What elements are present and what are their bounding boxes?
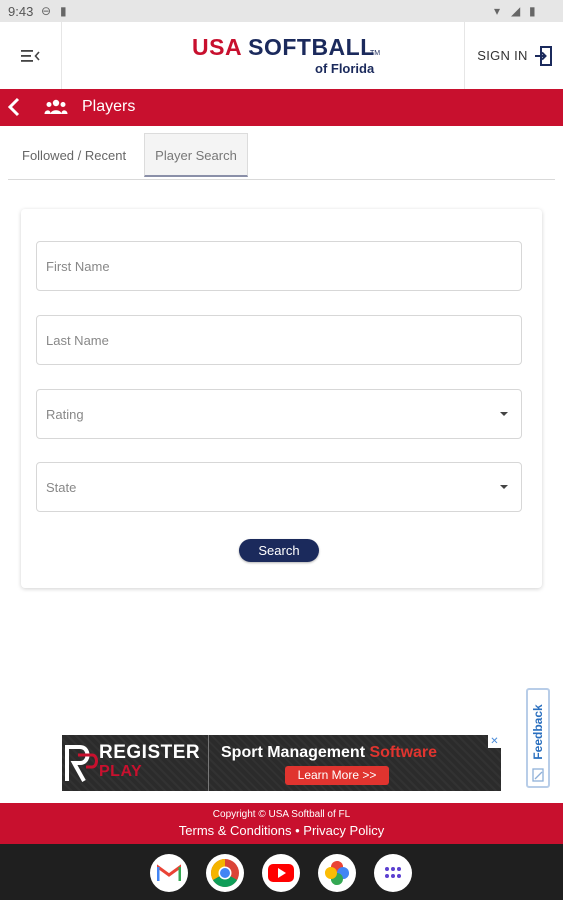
page-title: Players bbox=[82, 98, 136, 115]
last-name-input[interactable] bbox=[37, 316, 521, 364]
gmail-icon bbox=[157, 864, 181, 881]
sign-in-icon bbox=[534, 45, 552, 66]
apps-icon bbox=[385, 867, 401, 878]
sign-in-label: SIGN IN bbox=[477, 48, 528, 63]
dropdown-caret-icon bbox=[500, 412, 508, 416]
rating-select[interactable]: Rating bbox=[36, 389, 522, 439]
chrome-icon bbox=[211, 859, 239, 887]
ad-brand-line2: PLAY bbox=[99, 763, 143, 780]
footer: Copyright © USA Softball of FL Terms & C… bbox=[0, 803, 563, 844]
tab-player-search[interactable]: Player Search bbox=[144, 133, 248, 177]
chrome-app[interactable] bbox=[206, 854, 244, 892]
logo-subtitle: of Florida bbox=[315, 61, 375, 76]
ad-brand-line1: REGISTER bbox=[99, 742, 201, 763]
tab-bar: Followed / Recent Player Search bbox=[8, 133, 555, 180]
youtube-icon bbox=[268, 864, 294, 882]
wifi-icon: ▾ bbox=[494, 4, 501, 18]
sim-card-icon: ▮ bbox=[60, 4, 67, 18]
privacy-link[interactable]: Privacy Policy bbox=[303, 823, 384, 838]
feedback-tab[interactable]: Feedback bbox=[526, 688, 550, 788]
ad-learn-more-button[interactable]: Learn More >> bbox=[285, 766, 389, 785]
app-dock bbox=[0, 844, 563, 900]
back-arrow-icon[interactable] bbox=[6, 97, 22, 117]
status-bar: 9:43 ⊖ ▮ ▾ ◢ ▮ bbox=[0, 0, 563, 22]
terms-link[interactable]: Terms & Conditions bbox=[179, 823, 292, 838]
feedback-label: Feedback bbox=[531, 704, 545, 760]
dropdown-caret-icon bbox=[500, 485, 508, 489]
usa-softball-logo[interactable]: USA SOFTBALL TM of Florida bbox=[186, 34, 386, 78]
battery-icon: ▮ bbox=[529, 4, 536, 18]
players-bar: Players bbox=[0, 89, 563, 126]
footer-separator: • bbox=[295, 823, 300, 838]
state-select[interactable]: State bbox=[36, 462, 522, 512]
menu-collapse-icon bbox=[20, 49, 40, 62]
ad-divider bbox=[208, 735, 209, 791]
copyright-text: Copyright © USA Softball of FL bbox=[212, 809, 351, 820]
player-search-card: Rating State Search bbox=[21, 209, 542, 588]
photos-icon bbox=[325, 861, 349, 885]
ad-close-icon[interactable]: ✕ bbox=[488, 735, 501, 748]
status-time: 9:43 bbox=[8, 4, 34, 19]
feedback-edit-icon bbox=[532, 768, 544, 782]
app-drawer[interactable] bbox=[374, 854, 412, 892]
logo-trademark: TM bbox=[370, 50, 381, 57]
app-header: USA SOFTBALL TM of Florida SIGN IN bbox=[0, 22, 563, 90]
register-play-logo-icon bbox=[65, 745, 98, 782]
rating-select-label: Rating bbox=[46, 406, 84, 422]
search-button[interactable]: Search bbox=[239, 539, 319, 562]
state-select-label: State bbox=[46, 479, 77, 495]
first-name-field[interactable] bbox=[36, 241, 522, 291]
ad-banner[interactable]: REGISTER PLAY Sport Management Software … bbox=[62, 735, 501, 791]
first-name-input[interactable] bbox=[37, 242, 521, 290]
logo-wordmark: USA SOFTBALL bbox=[192, 34, 375, 60]
last-name-field[interactable] bbox=[36, 315, 522, 365]
players-group-icon bbox=[44, 99, 68, 114]
tab-followed-recent[interactable]: Followed / Recent bbox=[22, 133, 126, 178]
gmail-app[interactable] bbox=[150, 854, 188, 892]
photos-app[interactable] bbox=[318, 854, 356, 892]
menu-button[interactable] bbox=[0, 22, 62, 89]
youtube-app[interactable] bbox=[262, 854, 300, 892]
signal-icon: ◢ bbox=[511, 4, 521, 18]
ad-headline: Sport Management Software bbox=[221, 744, 438, 761]
sign-in-button[interactable]: SIGN IN bbox=[464, 22, 563, 89]
footer-links: Terms & Conditions • Privacy Policy bbox=[0, 823, 563, 838]
sync-icon: ⊖ bbox=[41, 4, 52, 18]
